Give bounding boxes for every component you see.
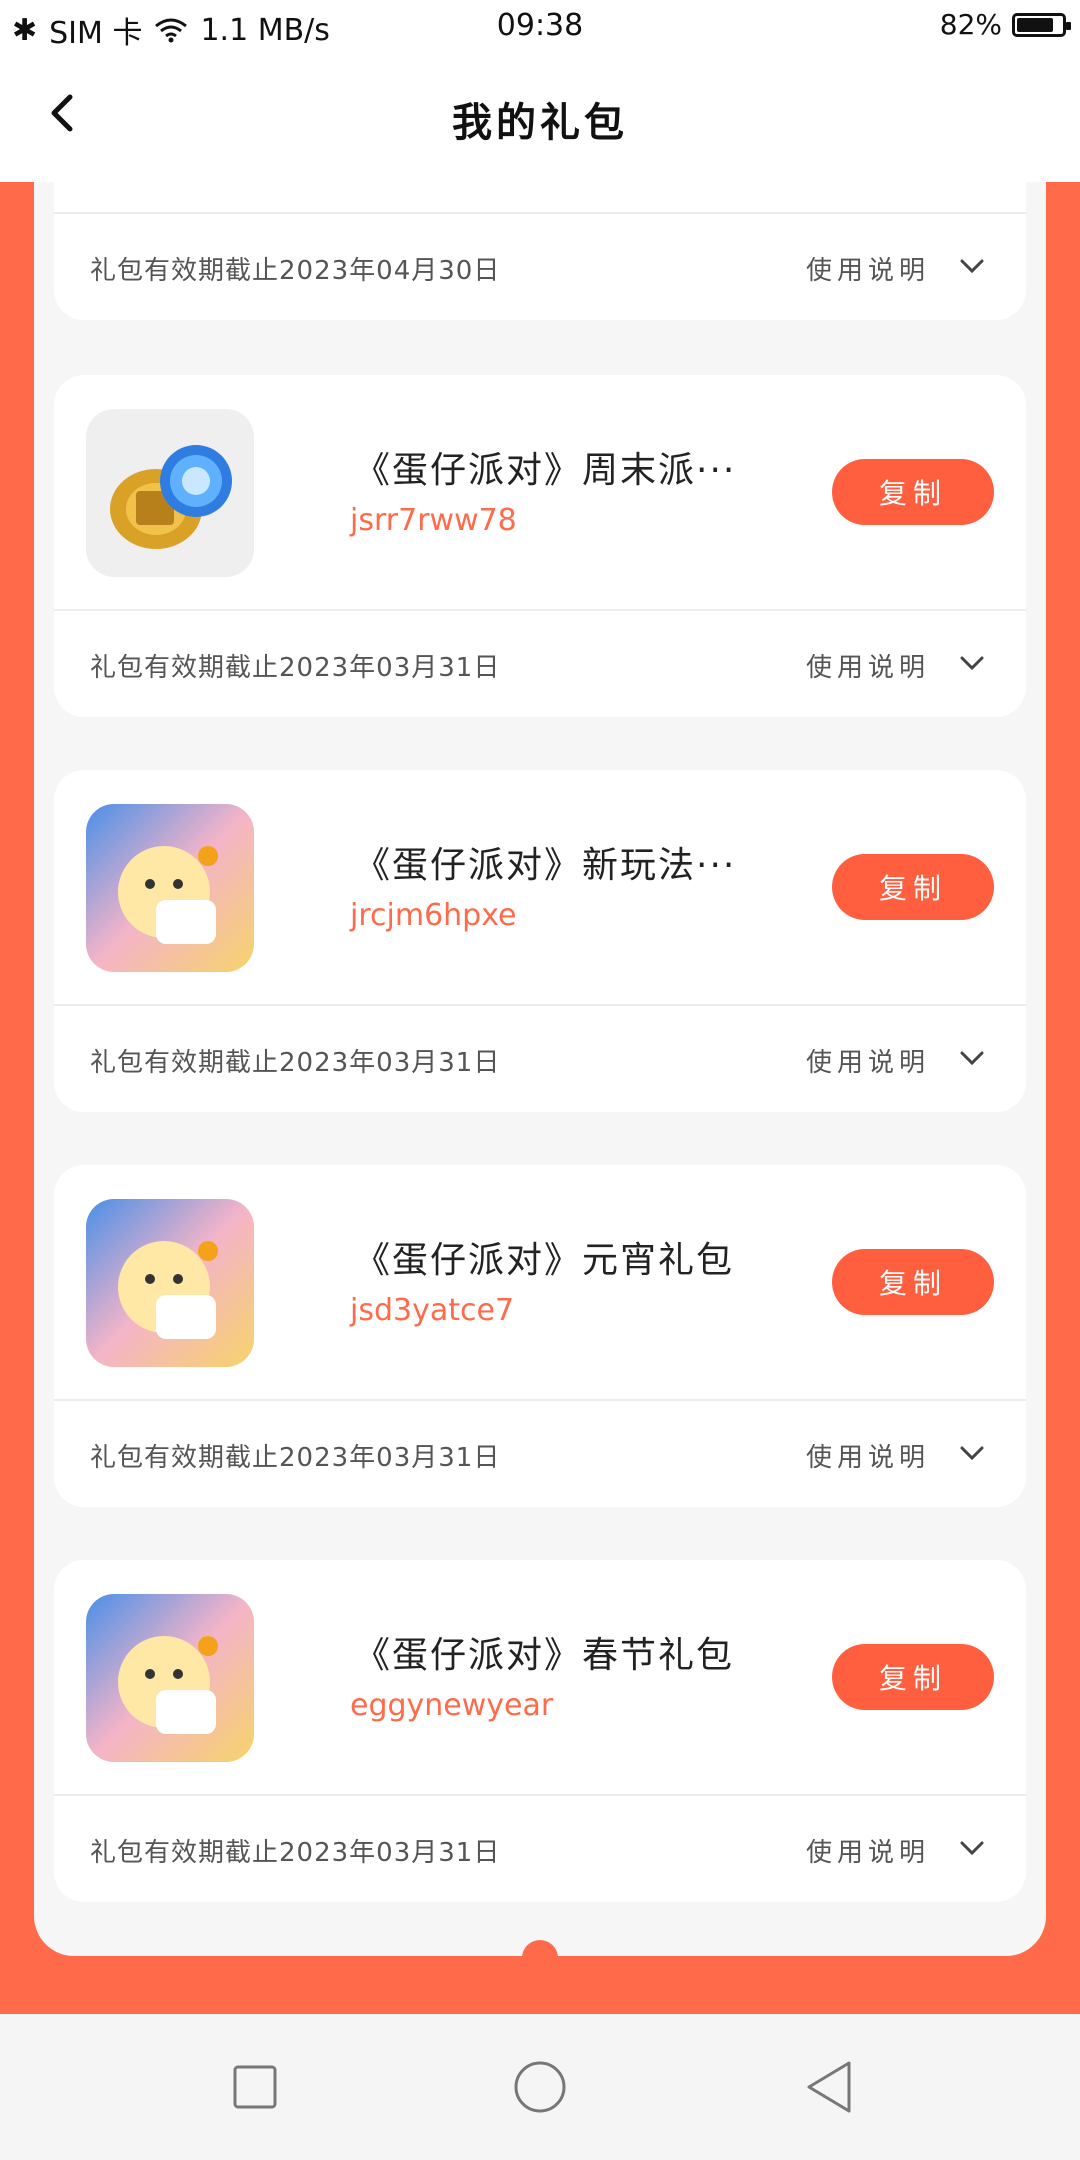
back-nav-button[interactable] [796,2054,862,2120]
gift-title: 《蛋仔派对》春节礼包 [354,1635,735,1676]
usage-instructions-link[interactable]: 使用说明 [806,1042,930,1079]
gift-card: 《蛋仔派对》周末派··· jsrr7rww78 复制 礼包有效期截止2023年0… [54,375,1026,717]
chevron-down-icon[interactable] [958,252,986,280]
chevron-down-icon[interactable] [958,1044,986,1072]
expiry-text: 礼包有效期截止2023年03月31日 [90,1048,501,1078]
usage-instructions-link[interactable]: 使用说明 [806,647,930,684]
usage-instructions-link[interactable]: 使用说明 [806,250,930,287]
copy-button[interactable]: 复制 [832,854,994,920]
gift-card: 《蛋仔派对》元宵礼包 jsd3yatce7 复制 礼包有效期截止2023年03月… [54,1165,1026,1507]
gift-card-footer: 礼包有效期截止2023年03月31日 使用说明 [54,1401,1026,1507]
status-right: 82% [939,8,1071,41]
gift-card-footer: 礼包有效期截止2023年03月31日 使用说明 [54,1006,1026,1112]
system-nav-bar [0,2014,1080,2160]
gift-code: jsd3yatce7 [350,1293,515,1328]
usage-instructions-link[interactable]: 使用说明 [806,1832,930,1869]
expiry-text: 礼包有效期截止2023年03月31日 [90,653,501,683]
recents-button[interactable] [222,2054,288,2120]
gold-gear-crystal-icon [86,409,254,577]
copy-button[interactable]: 复制 [832,459,994,525]
chevron-down-icon[interactable] [958,1834,986,1862]
gift-code: jrcjm6hpxe [350,898,517,933]
battery-icon [1012,12,1071,37]
circle-icon [514,2061,566,2113]
triangle-back-icon [807,2061,851,2113]
eggy-party-game-icon [86,1199,254,1367]
clock: 09:38 [496,8,584,43]
scroll-indicator [522,1940,558,1970]
gift-card: 《蛋仔派对》春节礼包 eggynewyear 复制 礼包有效期截止2023年03… [54,1560,1026,1902]
page-title: 我的礼包 [452,100,628,146]
gift-card-footer: 礼包有效期截止2023年03月31日 使用说明 [54,1796,1026,1902]
expiry-text: 礼包有效期截止2023年04月30日 [90,256,501,286]
battery-percent: 82% [939,8,1002,41]
status-bar: ✱ SIM 卡 1.1 MB/s 09:38 82% [0,0,1080,52]
home-button[interactable] [507,2054,573,2120]
copy-button[interactable]: 复制 [832,1644,994,1710]
gift-card-footer: 礼包有效期截止2023年04月30日 使用说明 [54,214,1026,320]
gift-code: eggynewyear [350,1688,554,1723]
gift-code: jsrr7rww78 [350,503,517,538]
square-icon [233,2065,277,2109]
chevron-down-icon[interactable] [958,1439,986,1467]
copy-button[interactable]: 复制 [832,1249,994,1315]
chevron-down-icon[interactable] [958,649,986,677]
gift-card-partial: 礼包有效期截止2023年04月30日 使用说明 [54,150,1026,320]
gift-card-footer: 礼包有效期截止2023年03月31日 使用说明 [54,611,1026,717]
battery-level [1017,17,1053,32]
usage-instructions-link[interactable]: 使用说明 [806,1437,930,1474]
gift-title: 《蛋仔派对》元宵礼包 [354,1240,735,1281]
eggy-party-game-icon [86,1594,254,1762]
gift-title: 《蛋仔派对》新玩法··· [354,845,737,886]
expiry-text: 礼包有效期截止2023年03月31日 [90,1443,501,1473]
eggy-party-game-icon [86,804,254,972]
gift-card: 《蛋仔派对》新玩法··· jrcjm6hpxe 复制 礼包有效期截止2023年0… [54,770,1026,1112]
expiry-text: 礼包有效期截止2023年03月31日 [90,1838,501,1868]
gift-title: 《蛋仔派对》周末派··· [354,450,737,491]
